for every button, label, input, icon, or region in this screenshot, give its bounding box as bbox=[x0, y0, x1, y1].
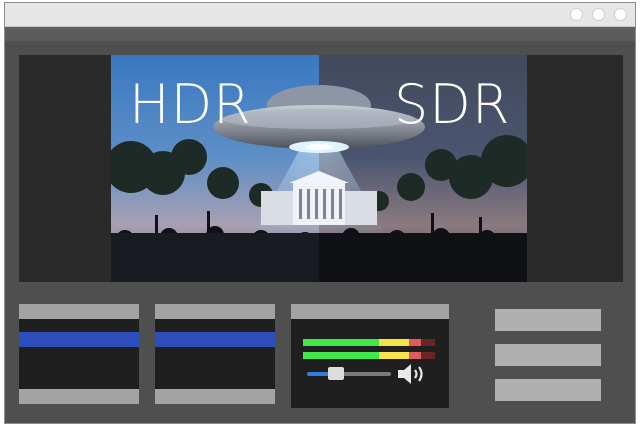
meter-green-segment bbox=[303, 352, 379, 359]
hdr-sdr-comparison-frame: HDR SDR bbox=[105, 55, 533, 282]
toolbar-strip bbox=[5, 27, 635, 41]
video-viewer[interactable]: HDR SDR bbox=[19, 55, 623, 282]
meter-off-segment bbox=[421, 339, 435, 346]
title-bar bbox=[5, 3, 635, 27]
clip-panel-2[interactable] bbox=[155, 304, 275, 404]
audio-panel bbox=[291, 304, 449, 408]
audio-meter-right bbox=[303, 352, 435, 359]
side-button-2[interactable] bbox=[495, 344, 601, 366]
volume-slider[interactable] bbox=[307, 367, 391, 380]
meter-yellow-segment bbox=[379, 339, 409, 346]
meter-green-segment bbox=[303, 339, 379, 346]
clip-panel-2-selected-item[interactable] bbox=[155, 332, 275, 347]
audio-panel-header bbox=[291, 304, 449, 319]
side-button-3[interactable] bbox=[495, 379, 601, 401]
clip-panel-2-header bbox=[155, 304, 275, 319]
meter-red-segment bbox=[409, 339, 421, 346]
clip-panel-2-footer bbox=[155, 389, 275, 404]
audio-meter-left bbox=[303, 339, 435, 346]
sdr-label: SDR bbox=[394, 73, 511, 136]
side-button-1[interactable] bbox=[495, 309, 601, 331]
speaker-volume-icon[interactable] bbox=[396, 361, 428, 387]
meter-yellow-segment bbox=[379, 352, 409, 359]
clip-panel-1[interactable] bbox=[19, 304, 139, 404]
window-control-2[interactable] bbox=[592, 8, 605, 21]
clip-panel-1-selected-item[interactable] bbox=[19, 332, 139, 347]
clip-panel-1-footer bbox=[19, 389, 139, 404]
app-window: HDR SDR bbox=[4, 2, 636, 424]
volume-slider-thumb[interactable] bbox=[327, 367, 344, 380]
hdr-label: HDR bbox=[129, 73, 252, 136]
window-control-3[interactable] bbox=[614, 8, 627, 21]
meter-off-segment bbox=[421, 352, 435, 359]
window-control-1[interactable] bbox=[570, 8, 583, 21]
meter-red-segment bbox=[409, 352, 421, 359]
clip-panel-1-header bbox=[19, 304, 139, 319]
